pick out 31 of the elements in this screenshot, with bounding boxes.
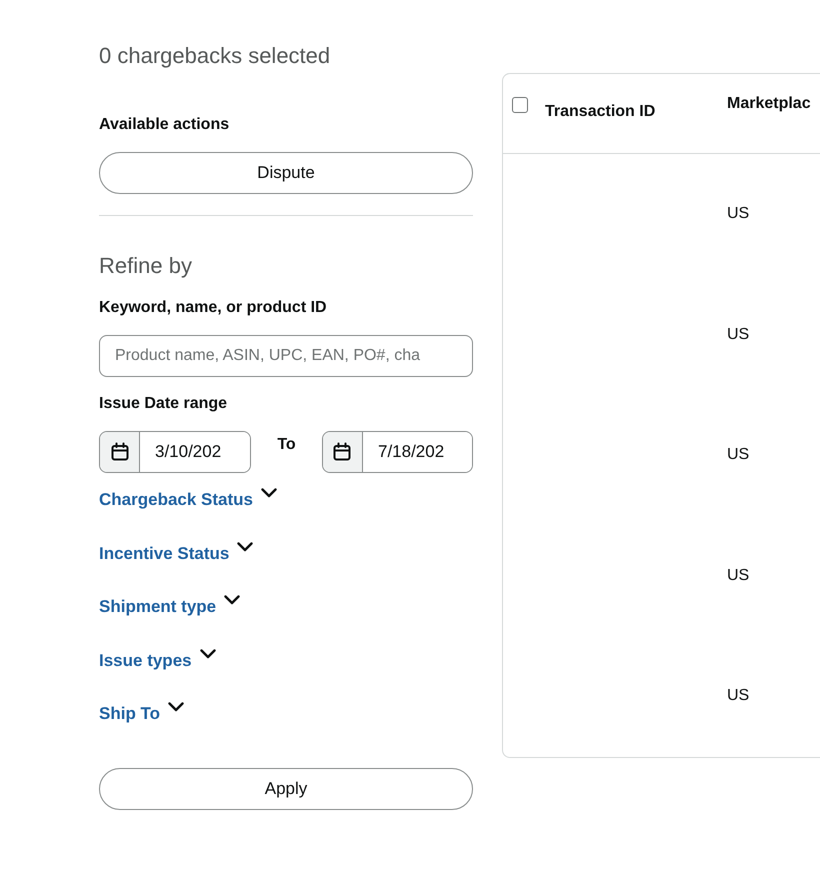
table-cell: US [727,205,750,222]
section-label: Available actions [99,115,230,135]
chevron-down-icon [261,488,277,498]
keyword-search-field[interactable]: Product name, ASIN, UPC, EAN, PO#, cha [99,335,473,377]
range-separator-label: To [277,435,296,455]
date-field[interactable]: 3/10/202 [99,431,251,473]
filter-dropdown-link[interactable]: Ship To [99,702,184,726]
table-cell: US [727,446,750,464]
dispute-button[interactable]: Dispute [99,152,473,194]
table-cell: US [727,326,750,343]
calendar-icon [322,432,363,472]
section-heading: Refine by [99,253,193,279]
table-cell: US [727,687,750,704]
selection-count: 0 chargebacks selected [99,43,332,69]
date-field[interactable]: 7/18/202 [322,431,473,473]
chevron-down-icon [168,702,184,712]
field-label: Issue Date range [99,394,228,414]
calendar-icon [100,432,140,472]
filter-dropdown-link[interactable]: Issue types [99,648,216,672]
apply-button[interactable]: Apply [99,768,473,810]
column-header: Marketplac [727,95,811,112]
filter-dropdown-link[interactable]: Incentive Status [99,542,254,566]
column-header: Transaction ID [545,102,656,122]
field-label: Keyword, name, or product ID [99,298,328,318]
table-cell: US [727,566,750,584]
chevron-down-icon [200,648,216,658]
chevron-down-icon [237,542,254,552]
filter-dropdown-link[interactable]: Chargeback Status [99,488,277,512]
select-all-checkbox[interactable] [512,97,528,113]
filter-dropdown-link[interactable]: Shipment type [99,595,240,619]
chevron-down-icon [224,595,240,605]
